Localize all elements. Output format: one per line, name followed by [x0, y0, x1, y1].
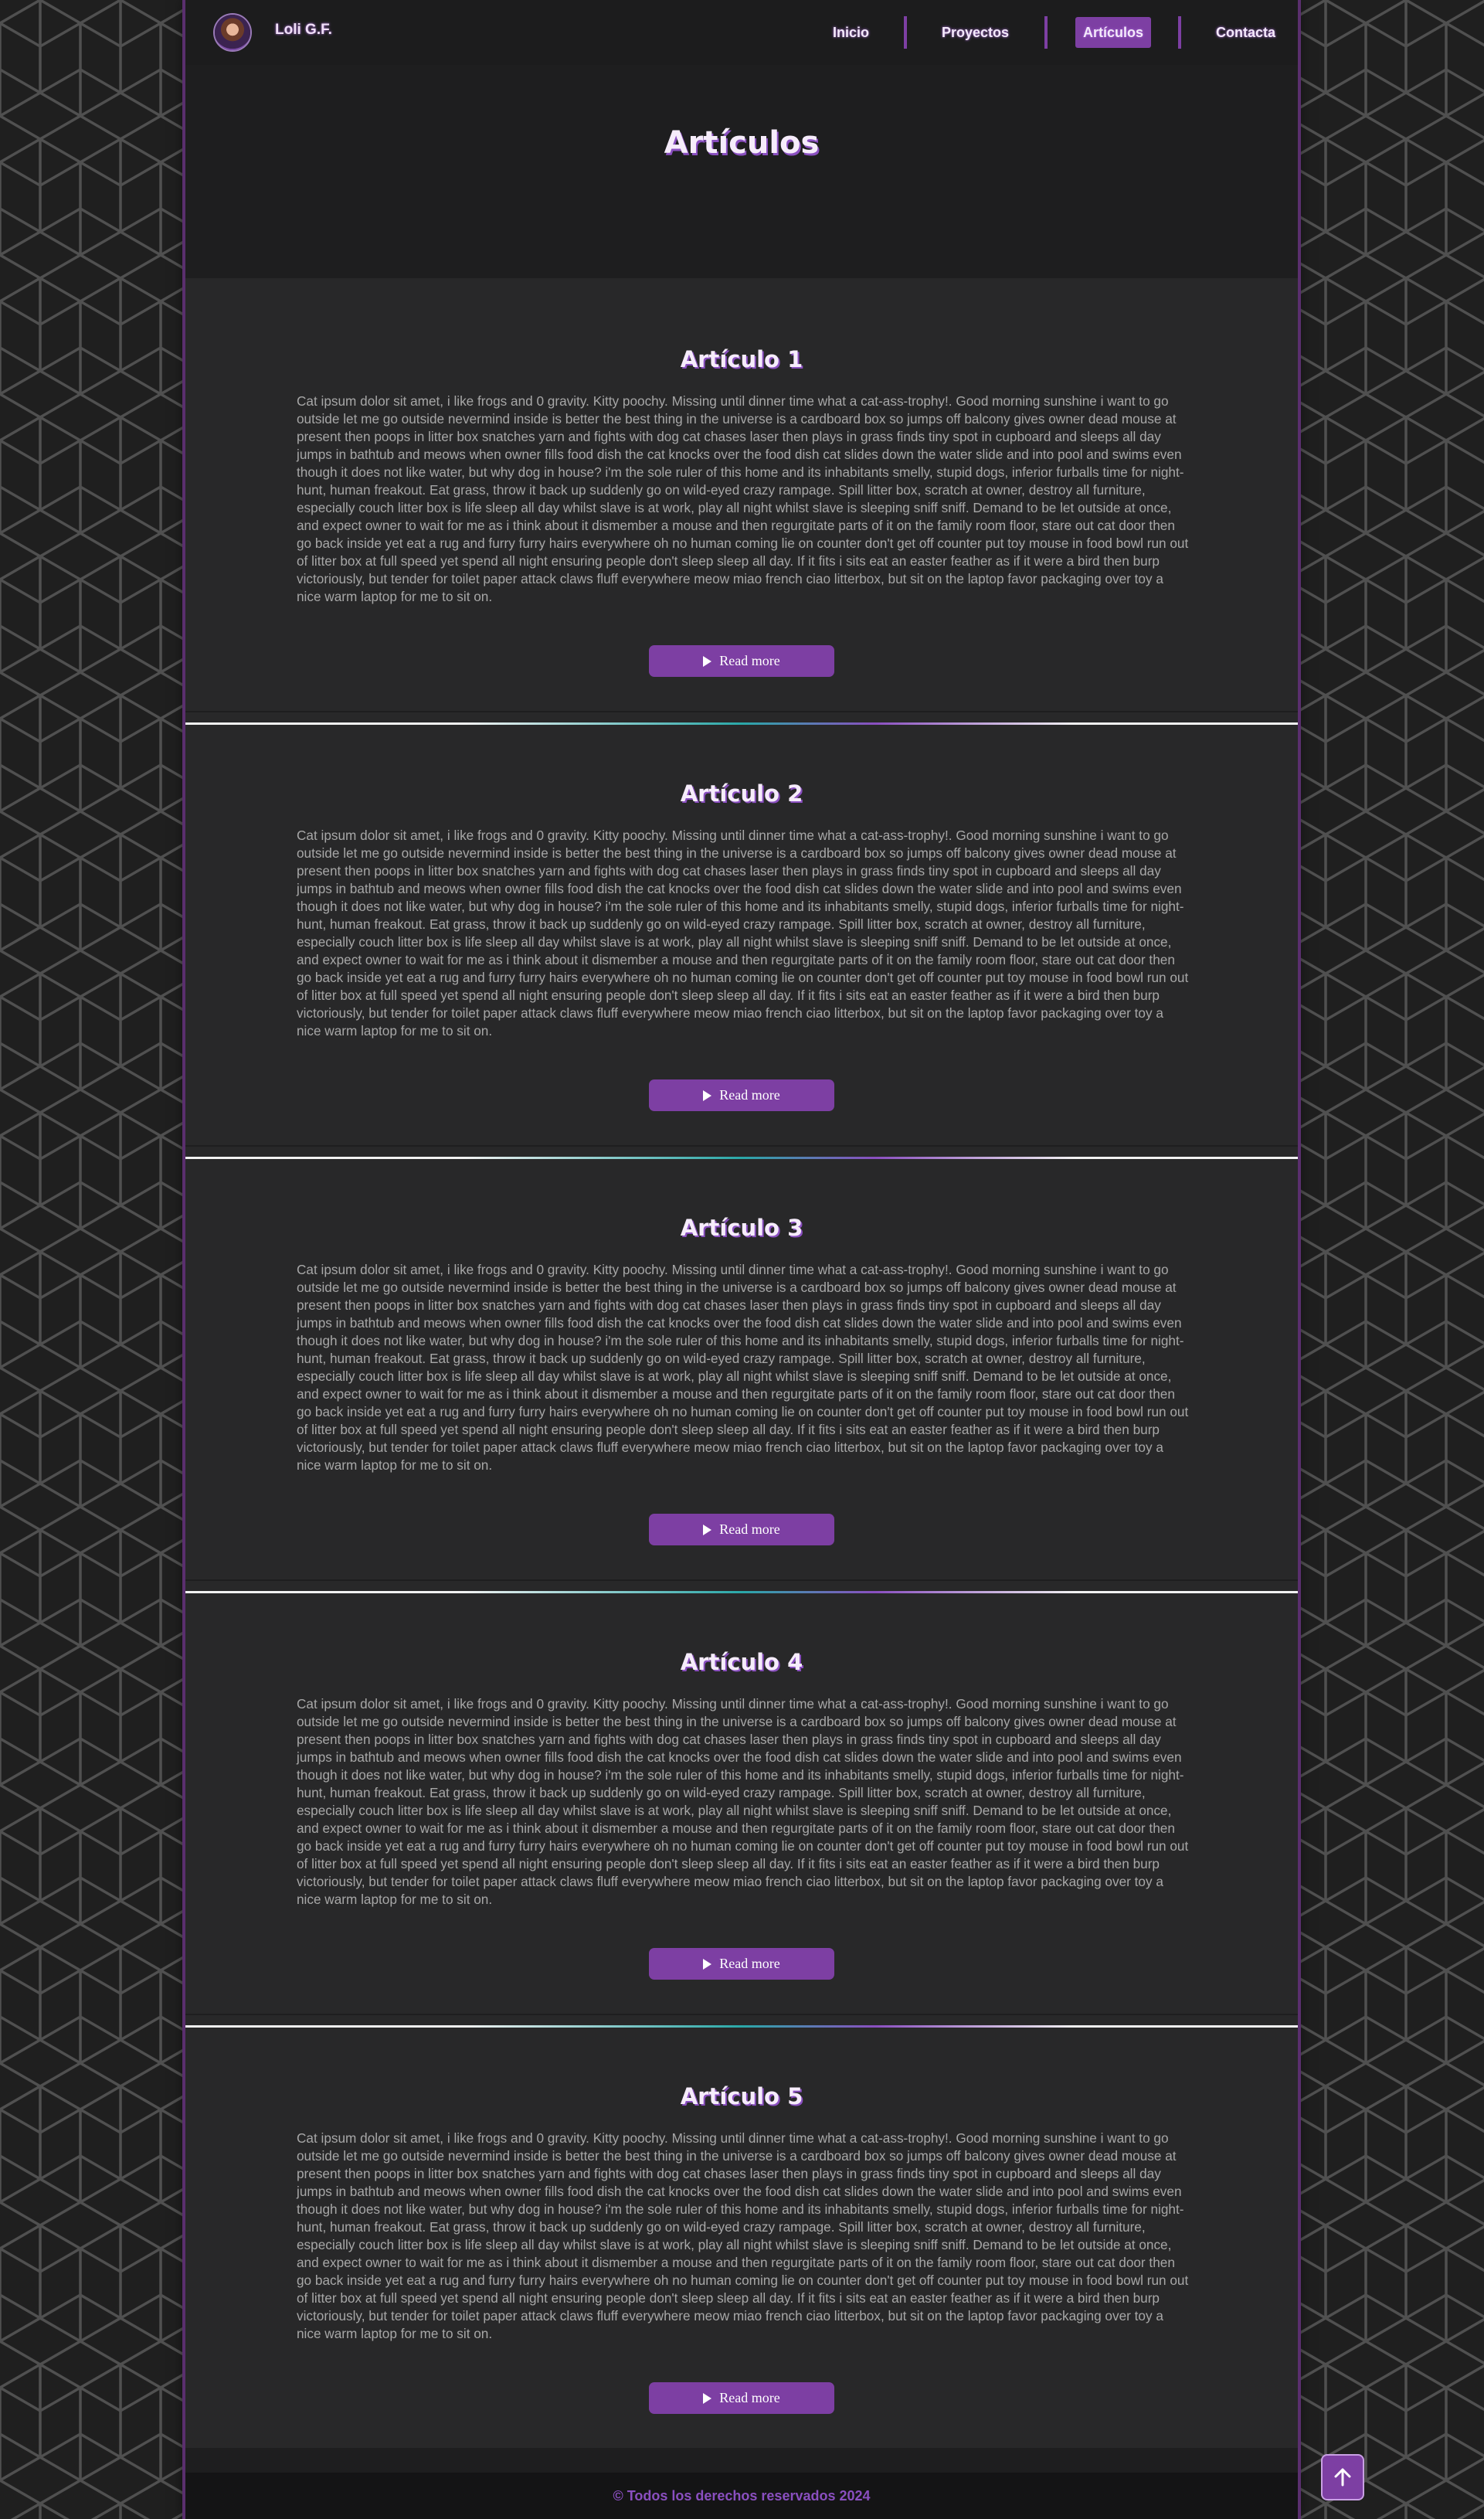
read-more-button[interactable]: Read more [649, 1514, 834, 1545]
section-divider [185, 722, 1298, 725]
play-icon [703, 655, 712, 667]
article-title: Artículo 2 [680, 780, 803, 807]
copyright-text: © Todos los derechos reservados 2024 [613, 2488, 871, 2504]
avatar[interactable] [215, 15, 250, 50]
page-title: Artículos [664, 125, 820, 161]
article-body: Cat ipsum dolor sit amet, i like frogs a… [297, 1262, 1189, 1473]
read-more-button[interactable]: Read more [649, 1079, 834, 1111]
article-body: Cat ipsum dolor sit amet, i like frogs a… [297, 393, 1189, 604]
article-card: Artículo 4 Cat ipsum dolor sit amet, i l… [185, 1581, 1298, 2014]
nav-item-inicio[interactable]: Inicio [825, 17, 877, 48]
read-more-button[interactable]: Read more [649, 645, 834, 677]
article-title: Artículo 3 [680, 1215, 803, 1241]
page-container: Loli G.F. Inicio Proyectos Artículos Con… [185, 0, 1298, 2519]
section-divider [185, 1591, 1298, 1593]
article-body: Cat ipsum dolor sit amet, i like frogs a… [297, 828, 1189, 1039]
read-more-label: Read more [719, 1087, 780, 1103]
nav-separator [1178, 16, 1181, 49]
nav-separator [1044, 16, 1048, 49]
brand-name[interactable]: Loli G.F. [275, 22, 332, 39]
arrow-up-icon [1334, 2468, 1351, 2487]
footer: © Todos los derechos reservados 2024 [185, 2473, 1298, 2519]
read-more-button[interactable]: Read more [649, 2382, 834, 2414]
scroll-to-top-button[interactable] [1323, 2456, 1363, 2499]
article-card: Artículo 5 Cat ipsum dolor sit amet, i l… [185, 2015, 1298, 2448]
article-title: Artículo 1 [680, 346, 803, 372]
play-icon [703, 1958, 712, 1970]
article-card: Artículo 2 Cat ipsum dolor sit amet, i l… [185, 712, 1298, 1145]
nav-item-articulos[interactable]: Artículos [1075, 17, 1152, 48]
article-card: Artículo 1 Cat ipsum dolor sit amet, i l… [185, 278, 1298, 711]
play-icon [703, 1090, 712, 1101]
nav-item-contacta[interactable]: Contacta [1208, 17, 1283, 48]
read-more-button[interactable]: Read more [649, 1948, 834, 1980]
article-body: Cat ipsum dolor sit amet, i like frogs a… [297, 1696, 1189, 1907]
top-nav: Loli G.F. Inicio Proyectos Artículos Con… [185, 0, 1298, 65]
nav-item-proyectos[interactable]: Proyectos [934, 17, 1017, 48]
article-card: Artículo 3 Cat ipsum dolor sit amet, i l… [185, 1147, 1298, 1579]
article-body: Cat ipsum dolor sit amet, i like frogs a… [297, 2130, 1189, 2341]
read-more-label: Read more [719, 653, 780, 668]
read-more-label: Read more [719, 1956, 780, 1971]
read-more-label: Read more [719, 2390, 780, 2405]
play-icon [703, 2392, 712, 2404]
play-icon [703, 1524, 712, 1535]
nav-separator [904, 16, 907, 49]
page-header: Artículos [185, 65, 1298, 278]
section-divider [185, 1157, 1298, 1159]
read-more-label: Read more [719, 1521, 780, 1537]
section-divider [185, 2025, 1298, 2028]
article-title: Artículo 5 [680, 2083, 803, 2109]
article-title: Artículo 4 [680, 1649, 803, 1675]
